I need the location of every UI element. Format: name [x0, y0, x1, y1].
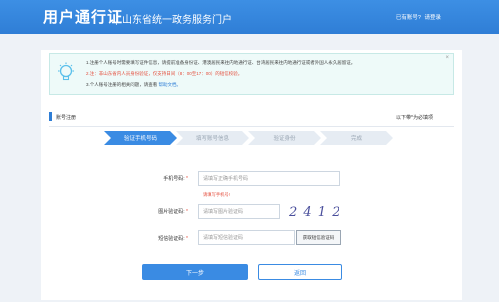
phone-error-text: 请填写手机号!: [203, 192, 230, 197]
have-account-text: 已有账号?: [395, 15, 421, 21]
phone-label: 手机号码: *: [163, 176, 188, 182]
required-hint-link[interactable]: 以下带*为必填项: [396, 114, 433, 121]
notice-line-3-text: 3.个人账号注册的相关问题，请查看: [86, 82, 158, 87]
section-accent: [49, 112, 52, 121]
captcha-label: 图片验证码: *: [158, 209, 188, 215]
step-complete: 完成: [320, 131, 393, 145]
login-prompt: 已有账号? 请登录: [394, 13, 441, 21]
next-step-button[interactable]: 下一步: [142, 264, 248, 280]
notice-box: × 1.注册个人账号时需要填写证件信息，请提前准备身份证、港澳居民来往内地通行证…: [49, 53, 454, 95]
step-verify-identity: 验证身份: [248, 131, 321, 145]
section-divider: [49, 126, 454, 127]
captcha-text: 2 4 1 2: [288, 205, 339, 219]
sms-code-input[interactable]: 请填写短信验证码: [198, 230, 295, 245]
notice-line-1: 1.注册个人账号时需要填写证件信息，请提前准备身份证、港澳居民来往内地通行证、台…: [86, 60, 356, 65]
top-header: 用户通行证 山东省统一政务服务门户 已有账号? 请登录: [0, 0, 499, 34]
sms-label: 短信验证码: *: [158, 236, 188, 242]
notice-line-2: 2.注：非山东省内人员身份验证，仅支持日间（8：00至17：00）的短信校验。: [86, 71, 243, 76]
captcha-input[interactable]: 请填写图片验证码: [198, 204, 280, 219]
back-button[interactable]: 返回: [258, 264, 342, 280]
lightbulb-icon: [56, 62, 76, 89]
step-fill-account: 填写账号信息: [176, 131, 249, 145]
login-link[interactable]: 请登录: [424, 15, 441, 21]
captcha-image[interactable]: 2 4 1 2: [287, 203, 339, 219]
section-title: 账号注册: [56, 115, 77, 121]
help-doc-link[interactable]: 帮助文档。: [159, 82, 182, 87]
phone-input[interactable]: 请填写正确手机号码: [198, 171, 340, 186]
header-divider: [116, 10, 117, 25]
get-sms-code-button[interactable]: 获取短信验证码: [296, 230, 341, 245]
notice-line-3: 3.个人账号注册的相关问题，请查看 帮助文档。: [86, 82, 181, 88]
close-icon[interactable]: ×: [445, 55, 449, 61]
brand-subtitle: 山东省统一政务服务门户: [122, 15, 232, 26]
step-verify-phone: 验证手机号码: [104, 131, 177, 145]
brand-title[interactable]: 用户通行证: [43, 6, 123, 27]
